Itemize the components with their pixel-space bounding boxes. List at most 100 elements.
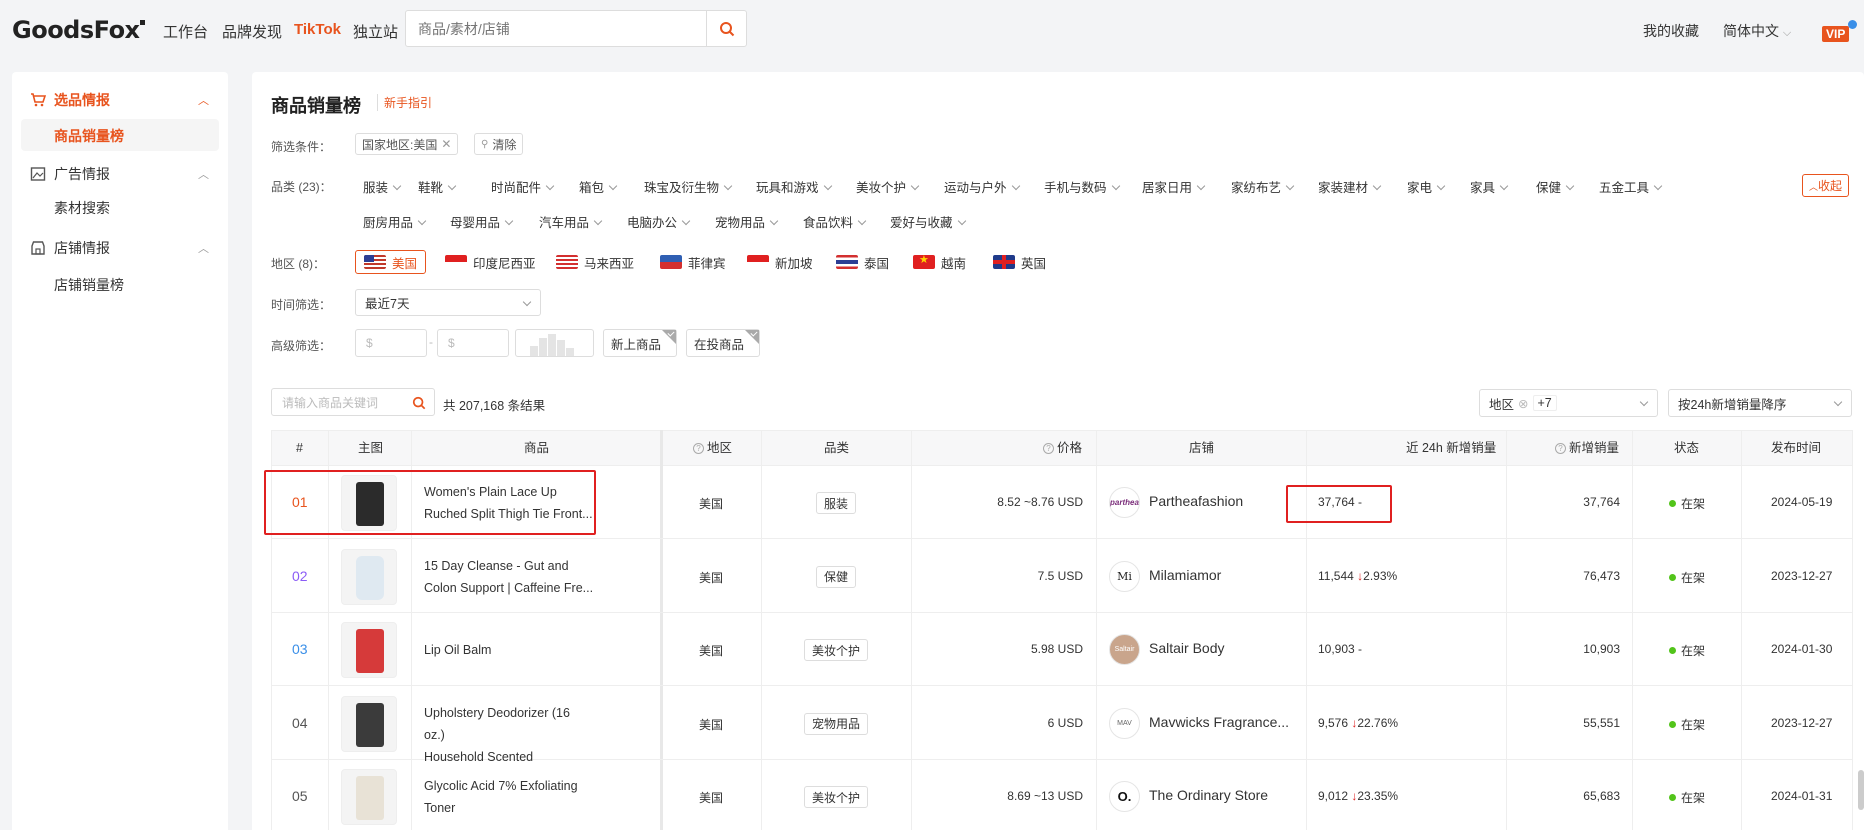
sidebar-item-store-sales[interactable]: 店铺销量榜 <box>54 275 124 295</box>
category-option[interactable]: 家纺布艺 <box>1231 177 1295 196</box>
scrollbar-thumb[interactable] <box>1858 770 1864 810</box>
help-icon[interactable]: ? <box>1555 443 1566 455</box>
price-min-input[interactable]: $ <box>355 329 427 357</box>
store-logo[interactable]: Saltair <box>1109 634 1140 665</box>
help-icon[interactable]: ? <box>693 443 704 455</box>
region-option[interactable]: 泰国 <box>828 250 897 274</box>
guide-link[interactable]: 新手指引 <box>377 94 432 111</box>
region-option[interactable]: ★ 越南 <box>905 250 974 274</box>
active-filter-text: 国家地区:美国 <box>362 137 438 152</box>
nav-tiktok[interactable]: TikTok <box>294 21 341 38</box>
category-option[interactable]: 宠物用品 <box>715 212 779 231</box>
store-name[interactable]: The Ordinary Store <box>1149 787 1291 803</box>
category-option[interactable]: 时尚配件 <box>491 177 555 196</box>
product-name[interactable]: Upholstery Deodorizer (16 oz.) Household … <box>424 702 594 768</box>
region-option[interactable]: 马来西亚 <box>548 250 642 274</box>
product-name[interactable]: Glycolic Acid 7% Exfoliating Toner <box>424 775 594 819</box>
keyword-search-input[interactable]: 请输入商品关键词 <box>271 388 435 416</box>
category-option[interactable]: 鞋靴 <box>418 177 457 196</box>
product-name[interactable]: 15 Day Cleanse - Gut and Colon Support | … <box>424 555 594 599</box>
category-option[interactable]: 居家日用 <box>1142 177 1206 196</box>
active-filter-chip[interactable]: 国家地区:美国 ✕ <box>355 133 459 155</box>
category-option[interactable]: 服装 <box>363 177 402 196</box>
store-logo[interactable]: MAV <box>1109 707 1140 739</box>
category-option[interactable]: 保健 <box>1536 177 1575 196</box>
nav-brand-discovery[interactable]: 品牌发现 <box>222 21 282 42</box>
category-badge[interactable]: 服装 <box>816 492 857 514</box>
store-name[interactable]: Saltair Body <box>1149 640 1291 656</box>
sidebar-group-product-intel[interactable]: 选品情报 <box>30 90 110 110</box>
col-24h-sales[interactable]: 近 24h 新增销量 <box>1406 430 1496 466</box>
product-thumbnail[interactable] <box>341 622 397 678</box>
product-thumbnail[interactable] <box>341 695 397 752</box>
category-badge[interactable]: 保健 <box>816 565 857 588</box>
chevron-down-icon <box>522 297 532 307</box>
region-option[interactable]: 美国 <box>355 250 427 274</box>
category-option[interactable]: 箱包 <box>579 177 618 196</box>
category-badge[interactable]: 美妆个护 <box>804 786 869 808</box>
price-max-input[interactable]: $ <box>437 329 509 357</box>
sidebar-item-product-sales[interactable]: 商品销量榜 <box>54 126 124 146</box>
help-icon[interactable]: ? <box>1043 443 1054 455</box>
product-thumbnail[interactable] <box>341 548 397 605</box>
product-thumbnail[interactable] <box>341 769 397 825</box>
category-badge[interactable]: 美妆个护 <box>804 639 869 661</box>
sidebar-item-material-search[interactable]: 素材搜索 <box>54 198 110 218</box>
category-option[interactable]: 五金工具 <box>1599 177 1663 196</box>
sales-range-histogram[interactable] <box>515 329 594 357</box>
close-icon[interactable]: ✕ <box>441 137 451 151</box>
region-multi-select[interactable]: 地区 ⊗ +7 <box>1479 389 1658 417</box>
chevron-up-icon[interactable]: ︿ <box>198 240 209 256</box>
category-option[interactable]: 手机与数码 <box>1044 177 1120 196</box>
store-logo[interactable]: Mi <box>1109 560 1140 592</box>
favorites-link[interactable]: 我的收藏 <box>1643 21 1699 41</box>
rank-number: 03 <box>292 641 308 657</box>
clear-button[interactable]: ⚲ 清除 <box>474 133 524 155</box>
region-option[interactable]: 菲律宾 <box>652 250 734 274</box>
vip-badge[interactable]: VIP <box>1822 26 1850 42</box>
close-circle-icon[interactable]: ⊗ <box>1518 396 1528 411</box>
category-option[interactable]: 运动与户外 <box>944 177 1020 196</box>
category-option[interactable]: 母婴用品 <box>450 212 514 231</box>
collapse-button[interactable]: ︿收起 <box>1802 174 1850 197</box>
goodsfox-logo[interactable]: GoodsFox <box>12 16 145 44</box>
region-option[interactable]: 印度尼西亚 <box>437 250 544 274</box>
advertising-items-toggle[interactable]: 在投商品 <box>686 329 760 357</box>
category-option[interactable]: 家装建材 <box>1318 177 1382 196</box>
region-option[interactable]: 新加坡 <box>739 250 821 274</box>
nav-workbench[interactable]: 工作台 <box>163 21 208 42</box>
global-search-input[interactable] <box>406 11 696 46</box>
sort-select[interactable]: 按24h新增销量降序 <box>1668 389 1852 417</box>
nav-independent-site[interactable]: 独立站 <box>353 21 398 42</box>
store-name[interactable]: Partheafashion <box>1149 493 1291 509</box>
category-option[interactable]: 家具 <box>1470 177 1509 196</box>
col-new-sales[interactable]: ? 新增销量 <box>1555 430 1619 466</box>
time-select[interactable]: 最近7天 <box>355 289 541 316</box>
product-name[interactable]: Lip Oil Balm <box>424 639 594 661</box>
category-option[interactable]: 珠宝及衍生物 <box>644 177 733 196</box>
col-publish-date[interactable]: 发布时间 <box>1771 430 1821 466</box>
store-name[interactable]: Mavwicks Fragrance... <box>1149 714 1291 730</box>
language-select[interactable]: 简体中文 ⌵ <box>1723 21 1791 41</box>
sales-change: 22.76% <box>1357 715 1399 730</box>
chevron-up-icon[interactable]: ︿ <box>198 166 209 182</box>
category-option[interactable]: 美妆个护 <box>856 177 920 196</box>
category-option[interactable]: 电脑办公 <box>627 212 691 231</box>
category-option[interactable]: 汽车用品 <box>539 212 603 231</box>
search-button[interactable] <box>706 11 746 46</box>
sidebar-group-store-intel[interactable]: 店铺情报 <box>30 238 110 258</box>
store-logo[interactable]: O. <box>1109 781 1140 812</box>
search-icon[interactable] <box>412 396 426 410</box>
store-name[interactable]: Milamiamor <box>1149 567 1291 583</box>
category-option[interactable]: 家电 <box>1407 177 1446 196</box>
category-option[interactable]: 爱好与收藏 <box>890 212 966 231</box>
new-items-toggle[interactable]: 新上商品 <box>603 329 677 357</box>
category-option[interactable]: 食品饮料 <box>803 212 867 231</box>
store-logo[interactable]: parthea <box>1109 487 1140 518</box>
sidebar-group-ad-intel[interactable]: 广告情报 <box>30 164 110 184</box>
category-badge[interactable]: 宠物用品 <box>804 712 869 735</box>
region-option[interactable]: 英国 <box>985 250 1054 274</box>
category-option[interactable]: 厨房用品 <box>363 212 427 231</box>
category-option[interactable]: 玩具和游戏 <box>756 177 832 196</box>
chevron-up-icon[interactable]: ︿ <box>198 92 209 108</box>
